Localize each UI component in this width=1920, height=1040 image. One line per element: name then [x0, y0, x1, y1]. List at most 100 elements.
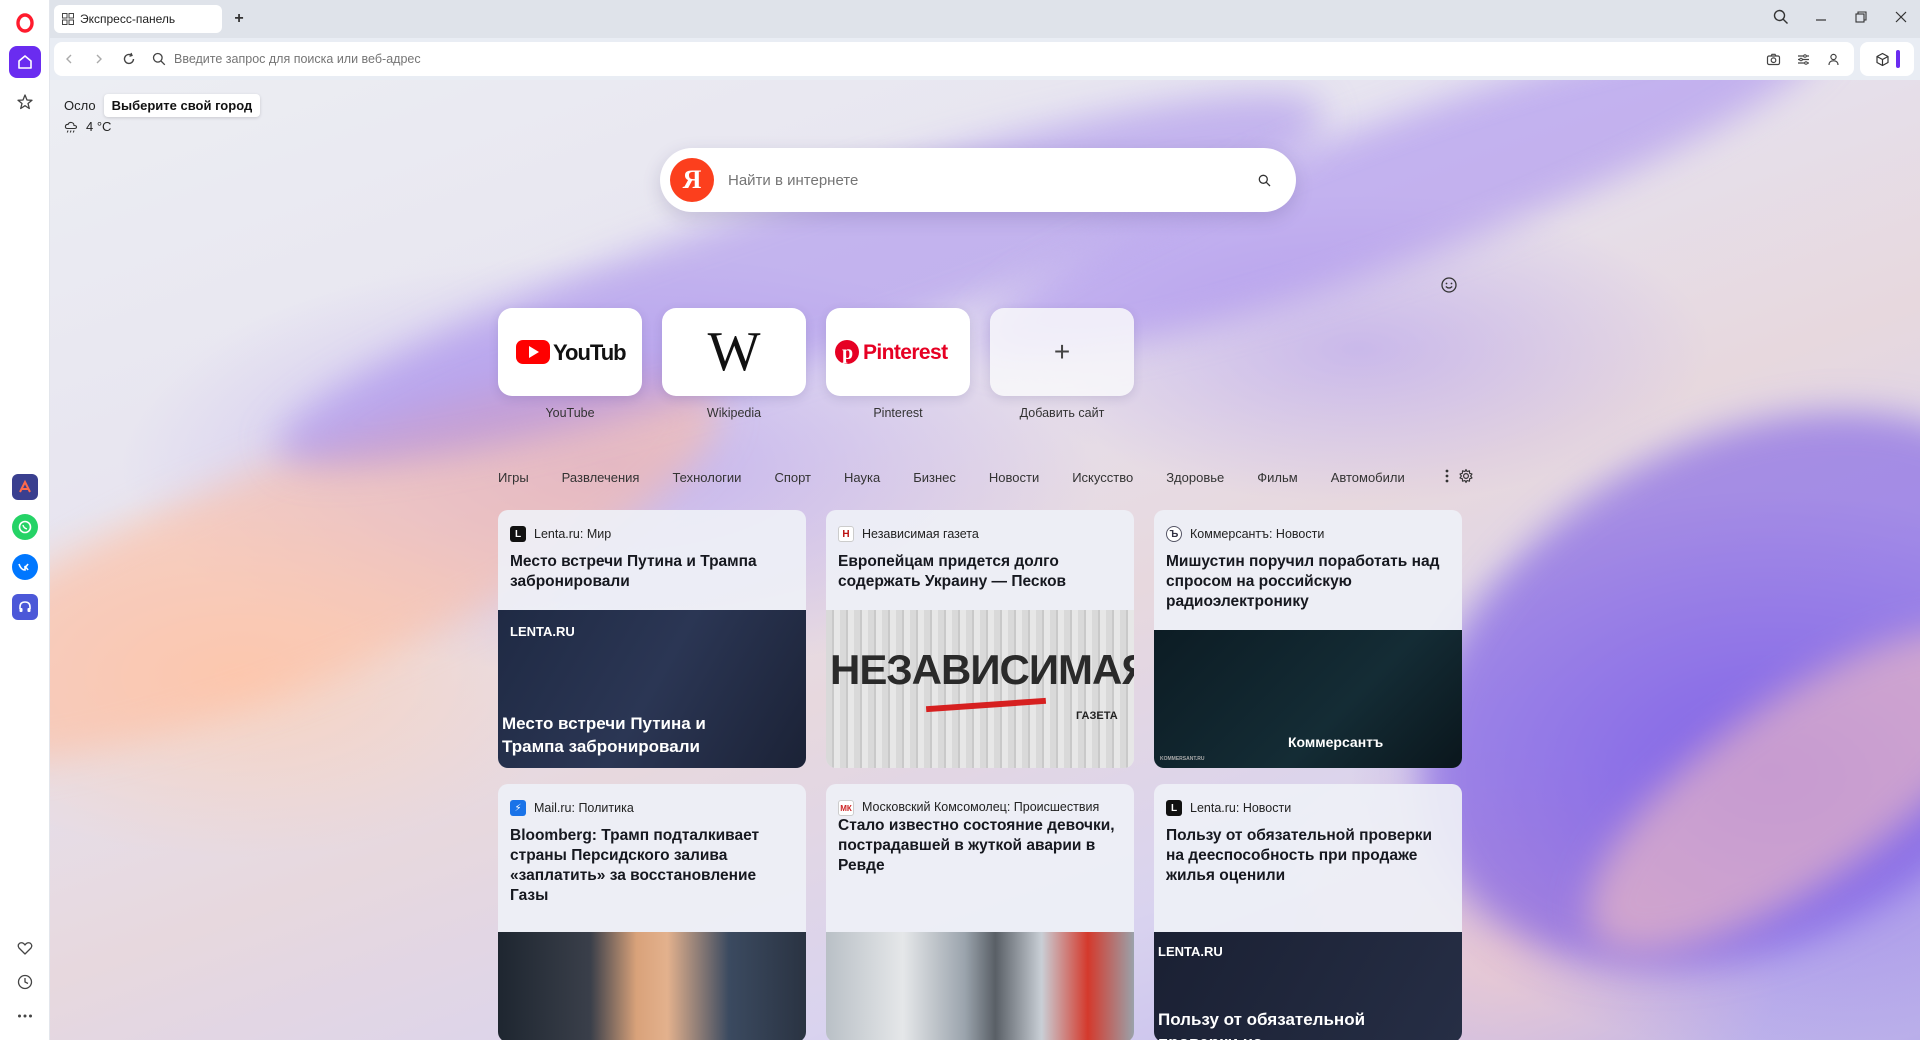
news-image[interactable]: [826, 932, 1134, 1040]
plus-icon: +: [234, 10, 244, 27]
sidebar-player-button[interactable]: [11, 594, 38, 620]
news-source: Lenta.ru: Мир: [534, 527, 612, 541]
sidebar-aria-button[interactable]: [11, 474, 38, 500]
speed-dial-add-site[interactable]: + Добавить сайт: [990, 308, 1134, 420]
sidebar: [0, 0, 50, 1040]
minimize-icon: [1816, 19, 1826, 21]
news-card[interactable]: ⚡ Mail.ru: Политика Bloomberg: Трамп под…: [498, 784, 806, 1040]
heart-icon: [17, 942, 32, 955]
speed-dial-pinterest[interactable]: p Pinterest Pinterest: [826, 308, 970, 420]
category-health[interactable]: Здоровье: [1166, 470, 1224, 485]
news-card[interactable]: Н Независимая газета Европейцам придется…: [826, 510, 1134, 768]
sidebar-whatsapp-button[interactable]: [11, 514, 38, 540]
sidebar-bookmarks-button[interactable]: [9, 86, 41, 118]
address-input[interactable]: [174, 47, 1762, 71]
speed-dial-youtube[interactable]: YouTube YouTube: [498, 308, 642, 420]
news-image[interactable]: LENTA.RU Пользу от обязательной проверки…: [1154, 932, 1462, 1040]
news-image[interactable]: LENTA.RU Место встречи Путина и Трампа з…: [498, 610, 806, 768]
news-card[interactable]: Ъ Коммерсантъ: Новости Мишустин поручил …: [1154, 510, 1462, 768]
category-art[interactable]: Искусство: [1072, 470, 1133, 485]
vk-icon: [17, 563, 29, 571]
mailru-logo-icon: ⚡: [510, 800, 526, 816]
star-icon: [16, 94, 33, 110]
tab-speed-dial[interactable]: Экспресс-панель: [54, 5, 222, 33]
profile-button[interactable]: [1822, 48, 1844, 70]
category-news[interactable]: Новости: [989, 470, 1039, 485]
red-underline: [925, 697, 1047, 713]
category-business[interactable]: Бизнес: [913, 470, 956, 485]
easy-setup-button[interactable]: [1792, 48, 1814, 70]
news-title[interactable]: Место встречи Путина и Трампа заброниров…: [498, 542, 806, 592]
image-brand: Коммерсантъ: [1288, 734, 1384, 750]
gear-icon: [1459, 468, 1473, 483]
news-image[interactable]: [498, 932, 806, 1040]
category-auto[interactable]: Автомобили: [1331, 470, 1405, 485]
speed-dial-tile[interactable]: W: [662, 308, 806, 396]
web-search-button[interactable]: [1244, 160, 1284, 200]
news-source-row: Ъ Коммерсантъ: Новости: [1154, 510, 1462, 542]
restore-button[interactable]: [1850, 6, 1872, 28]
weather-city[interactable]: Осло: [64, 98, 96, 113]
accent-bar: [1895, 50, 1900, 68]
search-box: Я: [660, 148, 1296, 212]
category-actions: [1444, 468, 1474, 487]
speed-dial-tile[interactable]: p Pinterest: [826, 308, 970, 396]
grid-icon: [62, 13, 74, 25]
news-grid: L Lenta.ru: Мир Место встречи Путина и Т…: [498, 510, 1478, 1040]
snapshot-button[interactable]: [1762, 48, 1784, 70]
new-tab-button[interactable]: +: [230, 10, 248, 28]
web-search-input[interactable]: [728, 165, 1244, 195]
yandex-logo-icon[interactable]: Я: [670, 158, 714, 202]
category-games[interactable]: Игры: [498, 470, 529, 485]
sidebar-pinboards-button[interactable]: [9, 932, 41, 964]
kommersant-logo-icon: Ъ: [1166, 526, 1182, 542]
more-horizontal-icon: [17, 1014, 32, 1018]
customize-button[interactable]: [1438, 274, 1460, 296]
cube-icon: [1875, 52, 1889, 66]
image-caption: Пользу от обязательной проверки на деесп…: [1158, 1010, 1366, 1040]
weather-temperature: 4 °C: [86, 119, 112, 134]
category-entertainment[interactable]: Развлечения: [562, 470, 640, 485]
close-window-button[interactable]: [1890, 6, 1912, 28]
news-title[interactable]: Европейцам придется долго содержать Укра…: [826, 542, 1134, 592]
news-card[interactable]: L Lenta.ru: Новости Пользу от обязательн…: [1154, 784, 1462, 1040]
minimize-button[interactable]: [1810, 6, 1832, 28]
reload-button[interactable]: [114, 44, 144, 74]
sidebar-home-button[interactable]: [8, 46, 41, 78]
news-card[interactable]: L Lenta.ru: Мир Место встречи Путина и Т…: [498, 510, 806, 768]
category-sport[interactable]: Спорт: [774, 470, 811, 485]
plus-icon: +: [1053, 336, 1071, 367]
news-source-row: L Lenta.ru: Новости: [1154, 784, 1462, 816]
speed-dial-label: Добавить сайт: [1019, 406, 1105, 420]
sidebar-more-button[interactable]: [9, 1000, 41, 1032]
speed-dial-tile[interactable]: YouTube: [498, 308, 642, 396]
category-film[interactable]: Фильм: [1257, 470, 1297, 485]
search-icon: [1773, 9, 1788, 24]
more-categories-button[interactable]: [1444, 468, 1450, 487]
forward-button[interactable]: [84, 44, 114, 74]
news-card[interactable]: МК Московский Комсомолец: Происшествия С…: [826, 784, 1134, 1040]
news-settings-button[interactable]: [1458, 468, 1474, 487]
news-title[interactable]: Мишустин поручил поработать над спросом …: [1154, 542, 1462, 612]
tab-search-button[interactable]: [1770, 6, 1792, 28]
city-tooltip[interactable]: Выберите свой город: [103, 94, 261, 117]
back-button[interactable]: [54, 44, 84, 74]
cloud-rain-icon: [64, 121, 78, 133]
news-title[interactable]: Bloomberg: Трамп подталкивает страны Пер…: [498, 816, 806, 906]
window-controls: [1770, 6, 1912, 28]
category-technology[interactable]: Технологии: [672, 470, 741, 485]
speed-dial-wikipedia[interactable]: W Wikipedia: [662, 308, 806, 420]
sidebar-history-button[interactable]: [9, 966, 41, 998]
extensions-button[interactable]: [1860, 42, 1914, 76]
news-image[interactable]: НЕЗАВИСИМАЯ ГАЗЕТА: [826, 610, 1134, 768]
settings-sliders-icon: [1797, 53, 1809, 65]
sidebar-vk-button[interactable]: [11, 554, 38, 580]
mk-logo-icon: МК: [838, 800, 854, 816]
news-image[interactable]: Коммерсантъ KOMMERSANT.RU: [1154, 630, 1462, 768]
category-science[interactable]: Наука: [844, 470, 880, 485]
news-source-row: Н Независимая газета: [826, 510, 1134, 542]
news-title[interactable]: Стало известно состояние девочки, постра…: [826, 816, 1134, 876]
add-site-tile[interactable]: +: [990, 308, 1134, 396]
news-title[interactable]: Пользу от обязательной проверки на деесп…: [1154, 816, 1462, 886]
opera-menu-button[interactable]: [9, 8, 41, 38]
